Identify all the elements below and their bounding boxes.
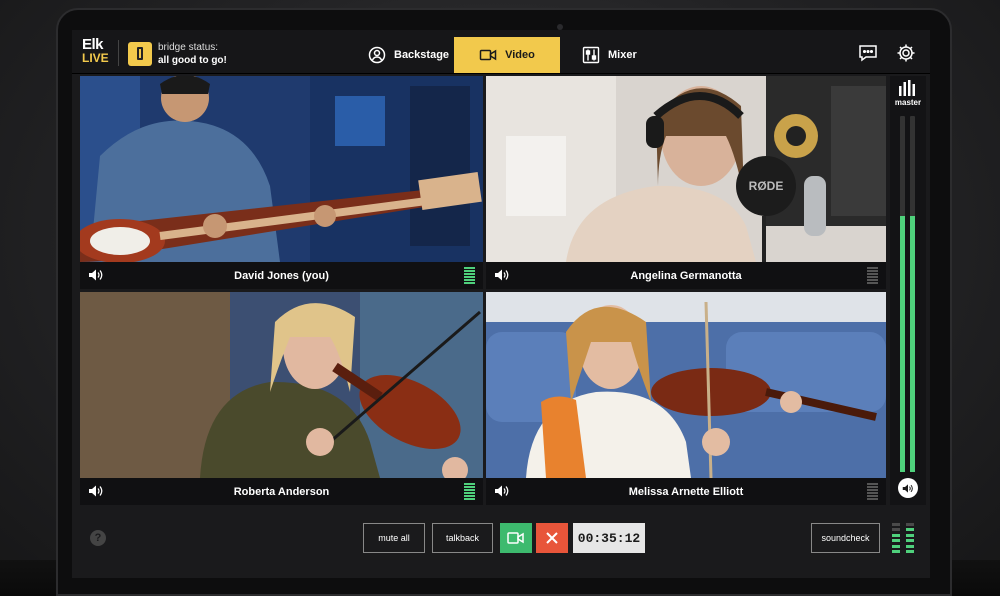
logo-text-top: Elk <box>82 36 104 53</box>
participant-video-bass-player <box>80 76 483 262</box>
audio-level-meter <box>867 483 878 500</box>
tab-mixer-label: Mixer <box>608 49 637 61</box>
tab-video[interactable]: Video <box>454 37 560 73</box>
chat-icon[interactable] <box>858 43 878 63</box>
app-screen: Elk LIVE bridge status: all good to go! … <box>72 30 930 578</box>
master-level-right[interactable] <box>910 116 915 472</box>
bottom-bar: ? mute all talkback 00:35:12 soundcheck <box>72 508 930 578</box>
bridge-status: bridge status: all good to go! <box>158 42 227 67</box>
participant-video-violinist-sofa <box>486 292 886 478</box>
bridge-status-value: all good to go! <box>158 55 227 66</box>
master-level-left-fill <box>900 215 905 472</box>
participant-video-singer: RØDE <box>486 76 886 262</box>
help-icon[interactable]: ? <box>90 530 106 546</box>
speaker-icon[interactable] <box>494 484 510 498</box>
gear-icon[interactable] <box>896 43 916 63</box>
tab-video-label: Video <box>505 49 535 61</box>
person-icon <box>368 46 386 64</box>
logo-text-bottom: LIVE <box>82 51 109 65</box>
speaker-icon[interactable] <box>88 484 104 498</box>
speaker-icon <box>902 483 913 493</box>
tab-mixer[interactable]: Mixer <box>568 37 651 73</box>
speaker-icon[interactable] <box>88 268 104 282</box>
master-mute-button[interactable] <box>898 478 918 498</box>
tab-backstage-label: Backstage <box>394 49 450 61</box>
session-timer: 00:35:12 <box>573 523 645 553</box>
participant-video-violinist <box>80 292 483 478</box>
audio-level-meter <box>464 483 475 500</box>
end-session-button[interactable] <box>536 523 568 553</box>
master-level-left[interactable] <box>900 116 905 472</box>
bridge-device-icon <box>128 42 152 66</box>
participant-name: Roberta Anderson <box>80 478 483 505</box>
participant-tile: Melissa Arnette Elliott <box>486 292 886 505</box>
input-level-meter <box>892 523 900 553</box>
participant-tile: RØDE Angelina Germanotta <box>486 76 886 289</box>
video-camera-icon <box>507 532 524 544</box>
master-level-right-fill <box>910 215 915 472</box>
level-bars-icon <box>899 80 915 96</box>
mixer-sliders-icon <box>582 46 600 64</box>
video-camera-icon <box>479 49 497 61</box>
top-bar: Elk LIVE bridge status: all good to go! … <box>72 30 930 74</box>
participant-tile: David Jones (you) <box>80 76 483 289</box>
participant-name: David Jones (you) <box>80 262 483 289</box>
master-channel: master <box>890 76 926 505</box>
master-label: master <box>894 98 922 107</box>
soundcheck-button[interactable]: soundcheck <box>811 523 880 553</box>
speaker-icon[interactable] <box>494 268 510 282</box>
participant-name: Melissa Arnette Elliott <box>486 478 886 505</box>
svg-text:RØDE: RØDE <box>749 179 784 193</box>
talkback-button[interactable]: talkback <box>432 523 493 553</box>
divider <box>118 40 119 66</box>
elk-live-logo: Elk LIVE <box>82 36 112 68</box>
audio-level-meter <box>464 267 475 284</box>
participant-name: Angelina Germanotta <box>486 262 886 289</box>
mute-all-button[interactable]: mute all <box>363 523 425 553</box>
close-icon <box>546 532 558 544</box>
camera-toggle-button[interactable] <box>500 523 532 553</box>
participant-tile: Roberta Anderson <box>80 292 483 505</box>
bridge-status-label: bridge status: <box>158 42 219 53</box>
audio-level-meter <box>867 267 878 284</box>
tab-backstage[interactable]: Backstage <box>354 37 463 73</box>
output-level-meter <box>906 523 914 553</box>
